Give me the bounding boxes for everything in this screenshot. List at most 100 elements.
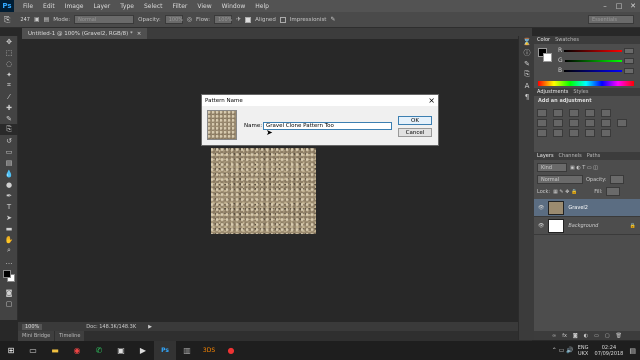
color-balance-icon[interactable]	[553, 119, 563, 127]
pressure-opacity-icon[interactable]: ◎	[187, 16, 192, 23]
tab-channels[interactable]: Channels	[559, 153, 582, 159]
green-slider[interactable]	[564, 59, 622, 62]
menu-window[interactable]: Window	[217, 3, 251, 10]
channel-mixer-icon[interactable]	[601, 119, 611, 127]
menu-file[interactable]: File	[18, 3, 38, 10]
character-panel-icon[interactable]: A	[519, 80, 535, 91]
background-color-chip[interactable]	[543, 53, 552, 62]
blur-tool-icon[interactable]: 💧	[0, 168, 18, 179]
recorder-app-icon[interactable]: ●	[220, 341, 242, 360]
hue-saturation-icon[interactable]	[537, 119, 547, 127]
filter-icons[interactable]: ▣ ◐ T ▭ ◫	[570, 165, 598, 171]
brush-tool-icon[interactable]: ✎	[0, 113, 18, 124]
layer-opacity-field[interactable]	[609, 175, 624, 184]
color-spectrum-bar[interactable]	[538, 81, 634, 86]
workspace-dropdown[interactable]: Essentials	[588, 15, 634, 24]
airbrush-icon[interactable]: ✈	[236, 16, 241, 23]
red-value[interactable]	[624, 47, 634, 54]
editor-app-icon[interactable]: 3DS	[198, 341, 220, 360]
properties-panel-icon[interactable]: ⓘ	[519, 47, 535, 58]
clone-source-panel-icon[interactable]: ⎘	[519, 69, 535, 80]
blue-value[interactable]	[624, 67, 634, 74]
curves-icon[interactable]	[569, 109, 579, 117]
chrome-icon[interactable]: ◉	[66, 341, 88, 360]
maximize-icon[interactable]: □	[612, 0, 626, 12]
tab-styles[interactable]: Styles	[573, 89, 588, 95]
delete-layer-icon[interactable]: 🗑	[616, 333, 622, 339]
menu-type[interactable]: Type	[115, 3, 139, 10]
invert-icon[interactable]	[537, 129, 547, 137]
tab-layers[interactable]: Layers	[537, 153, 554, 159]
photo-filter-icon[interactable]	[585, 119, 595, 127]
black-white-icon[interactable]	[569, 119, 579, 127]
close-window-icon[interactable]: ✕	[626, 0, 640, 12]
selective-color-icon[interactable]	[601, 129, 611, 137]
gradient-tool-icon[interactable]: ▤	[0, 157, 18, 168]
photoshop-taskbar-icon[interactable]: Ps	[154, 341, 176, 360]
zoom-tool-icon[interactable]: ⌕	[0, 245, 18, 256]
hand-tool-icon[interactable]: ✋	[0, 234, 18, 245]
dodge-tool-icon[interactable]: ●	[0, 179, 18, 190]
clock[interactable]: 02:24 07/09/2018	[595, 345, 624, 357]
pen-tool-icon[interactable]: ✒	[0, 190, 18, 201]
document-canvas-gravel-image[interactable]	[211, 148, 316, 234]
blend-mode-dropdown[interactable]: Normal	[537, 175, 583, 184]
menu-edit[interactable]: Edit	[38, 3, 60, 10]
ok-button[interactable]: OK	[398, 116, 432, 125]
posterize-icon[interactable]	[553, 129, 563, 137]
screen-mode-icon[interactable]: ▢	[0, 298, 18, 309]
eyedropper-tool-icon[interactable]: ⁄	[0, 91, 18, 102]
tab-timeline[interactable]: Timeline	[55, 331, 85, 341]
gradient-map-icon[interactable]	[585, 129, 595, 137]
clone-stamp-tool-icon[interactable]: ⎘	[0, 124, 18, 135]
file-explorer-icon[interactable]: ▬	[44, 341, 66, 360]
whatsapp-icon[interactable]: ✆	[88, 341, 110, 360]
layer-filter-kind[interactable]: Kind	[537, 163, 567, 172]
lock-icons[interactable]: ▦ ✎ ✥ 🔒	[553, 189, 577, 195]
notification-icon[interactable]: ▤	[629, 347, 636, 355]
blue-slider[interactable]	[564, 69, 622, 72]
quick-mask-icon[interactable]: ◙	[0, 287, 18, 298]
menu-view[interactable]: View	[192, 3, 216, 10]
green-value[interactable]	[624, 57, 634, 64]
fx-icon[interactable]: fx	[562, 333, 567, 339]
zoom-level[interactable]: 100%	[22, 323, 43, 330]
new-layer-icon[interactable]: ▢	[605, 333, 610, 339]
exposure-icon[interactable]	[585, 109, 595, 117]
color-swatches[interactable]	[0, 267, 17, 287]
red-slider[interactable]	[564, 49, 622, 52]
add-mask-icon[interactable]: ◙	[573, 333, 578, 339]
windows-start-icon[interactable]: ⊞	[0, 341, 22, 360]
opacity-field[interactable]: 100%	[164, 15, 183, 24]
fill-field[interactable]	[605, 187, 620, 196]
flow-field[interactable]: 100%	[214, 15, 232, 24]
clone-source-icon[interactable]: ▤	[44, 16, 50, 23]
clone-stamp-icon[interactable]: ⎘	[4, 15, 10, 25]
move-tool-icon[interactable]: ✥	[0, 36, 18, 47]
visibility-eye-icon[interactable]: 👁	[538, 205, 544, 211]
task-view-icon[interactable]: ▭	[22, 341, 44, 360]
levels-icon[interactable]	[553, 109, 563, 117]
menu-select[interactable]: Select	[139, 3, 168, 10]
menu-layer[interactable]: Layer	[88, 3, 115, 10]
menu-help[interactable]: Help	[250, 3, 274, 10]
aligned-checkbox[interactable]	[245, 16, 252, 23]
brightness-icon[interactable]	[537, 109, 547, 117]
link-layers-icon[interactable]: ∞	[552, 333, 556, 339]
pattern-name-input[interactable]	[263, 122, 392, 130]
cancel-button[interactable]: Cancel	[398, 128, 432, 137]
new-group-icon[interactable]: ▭	[594, 333, 599, 339]
lasso-tool-icon[interactable]: ◌	[0, 58, 18, 69]
color-lookup-icon[interactable]	[617, 119, 627, 127]
threshold-icon[interactable]	[569, 129, 579, 137]
mode-dropdown[interactable]: Normal	[74, 15, 135, 24]
status-menu-arrow-icon[interactable]: ▶	[148, 324, 152, 330]
quick-select-tool-icon[interactable]: ✦	[0, 69, 18, 80]
tab-mini-bridge[interactable]: Mini Bridge	[18, 331, 55, 341]
tab-swatches[interactable]: Swatches	[555, 37, 579, 43]
language-indicator[interactable]: ENG UKX	[578, 345, 589, 357]
path-select-tool-icon[interactable]: ➤	[0, 212, 18, 223]
vibrance-icon[interactable]	[601, 109, 611, 117]
tab-paths[interactable]: Paths	[587, 153, 601, 159]
brush-size[interactable]: 247	[20, 17, 30, 23]
